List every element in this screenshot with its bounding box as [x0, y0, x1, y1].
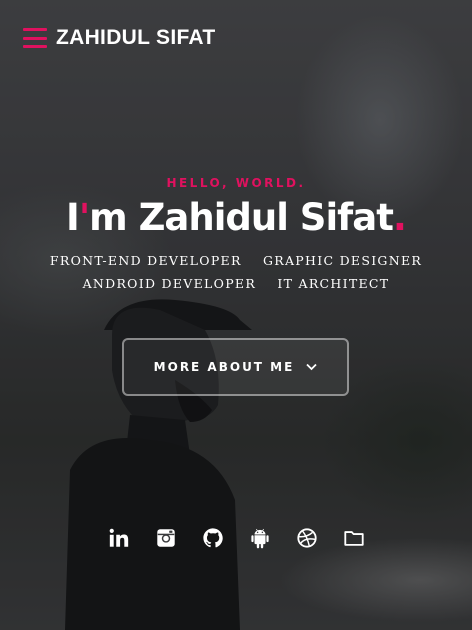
roles-row: FRONT-END DEVELOPER GRAPHIC DESIGNER [0, 249, 472, 272]
hamburger-menu-icon[interactable] [23, 28, 47, 48]
headline-rest: m Zahidul Sifat [89, 196, 394, 239]
social-links [0, 526, 472, 550]
headline: I'm Zahidul Sifat. [0, 196, 472, 239]
headline-apostrophe: ' [78, 196, 90, 239]
folder-icon[interactable] [342, 526, 366, 550]
chevron-down-icon [306, 363, 317, 371]
role-item: ANDROID DEVELOPER [82, 276, 257, 291]
brand-name[interactable]: ZAHIDUL SIFAT [56, 26, 215, 50]
headline-prefix: I [66, 196, 80, 239]
role-item: GRAPHIC DESIGNER [262, 253, 423, 268]
github-icon[interactable] [201, 526, 225, 550]
intro-section: HELLO, WORLD. I'm Zahidul Sifat. FRONT-E… [0, 176, 472, 295]
android-icon[interactable] [248, 526, 272, 550]
role-item: FRONT-END DEVELOPER [49, 253, 242, 268]
instagram-icon[interactable] [154, 526, 178, 550]
site-header: ZAHIDUL SIFAT [23, 26, 215, 50]
greeting-text: HELLO, WORLD. [166, 176, 306, 190]
dribbble-icon[interactable] [295, 526, 319, 550]
roles-row: ANDROID DEVELOPER IT ARCHITECT [0, 272, 472, 295]
more-about-me-button[interactable]: MORE ABOUT ME [122, 338, 349, 396]
roles-list: FRONT-END DEVELOPER GRAPHIC DESIGNER AND… [0, 249, 472, 295]
linkedin-icon[interactable] [107, 526, 131, 550]
headline-dot: . [392, 196, 407, 239]
more-about-me-label: MORE ABOUT ME [153, 360, 295, 374]
role-item: IT ARCHITECT [277, 276, 390, 291]
